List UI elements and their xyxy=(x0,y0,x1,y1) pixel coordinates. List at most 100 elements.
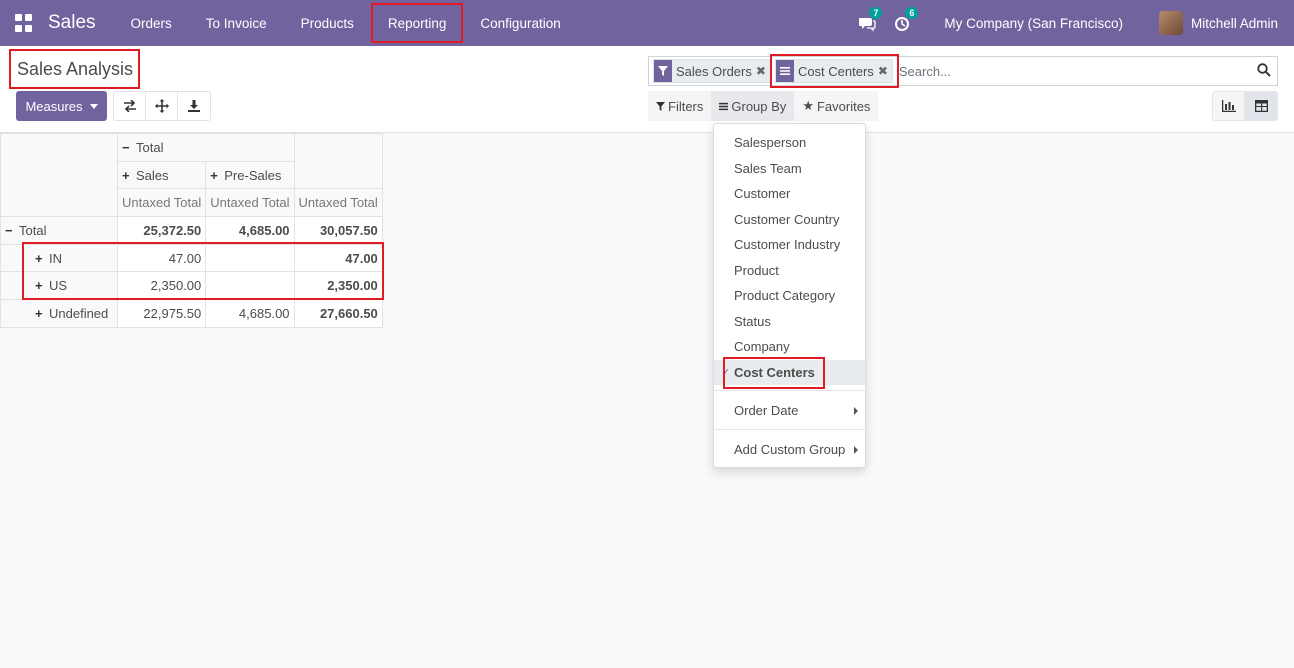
group-by-sales-team[interactable]: Sales Team xyxy=(714,156,865,181)
exchange-icon xyxy=(123,100,136,112)
facet-label: Cost Centers xyxy=(797,63,874,79)
menu-divider xyxy=(714,390,865,391)
user-menu[interactable]: Mitchell Admin xyxy=(1191,16,1278,31)
pivot-cell[interactable]: 2,350.00 xyxy=(293,271,383,301)
bar-chart-icon xyxy=(1221,100,1236,112)
group-by-customer-industry[interactable]: Customer Industry xyxy=(714,232,865,257)
search-icon[interactable] xyxy=(1257,63,1271,80)
bars-icon xyxy=(719,99,729,114)
menu-orders[interactable]: Orders xyxy=(114,0,189,46)
group-by-button[interactable]: Group By xyxy=(711,91,795,121)
control-panel: Sales Analysis Measures Sales Orders ✖ C… xyxy=(0,46,1294,133)
pivot-cell[interactable]: 4,685.00 xyxy=(205,216,295,245)
group-by-order-date[interactable]: Order Date xyxy=(714,398,865,423)
group-by-status[interactable]: Status xyxy=(714,309,865,334)
page-title: Sales Analysis xyxy=(17,58,134,79)
search-options: Filters Group By ★ Favorites xyxy=(648,91,879,121)
filter-icon xyxy=(654,60,672,82)
filters-label: Filters xyxy=(668,98,704,114)
menu-to-invoice[interactable]: To Invoice xyxy=(189,0,284,46)
measure-header[interactable]: Untaxed Total xyxy=(205,188,295,218)
star-icon: ★ xyxy=(802,98,814,113)
facet-cost-centers[interactable]: Cost Centers ✖ xyxy=(774,59,893,83)
group-by-salesperson[interactable]: Salesperson xyxy=(714,130,865,155)
group-by-product-category[interactable]: Product Category xyxy=(714,283,865,308)
apps-menu-icon[interactable] xyxy=(15,14,33,32)
search-bar: Sales Orders ✖ Cost Centers ✖ xyxy=(648,54,1278,88)
col-header-total[interactable]: − Total xyxy=(117,133,295,162)
search-input[interactable] xyxy=(898,63,1239,79)
pivot-cell[interactable]: 27,660.50 xyxy=(293,299,383,328)
arrows-icon xyxy=(154,99,169,113)
user-avatar[interactable] xyxy=(1158,11,1183,35)
measures-button[interactable]: Measures xyxy=(16,91,107,121)
expand-all-button[interactable] xyxy=(146,92,178,120)
facet-label: Sales Orders xyxy=(676,63,752,79)
row-header-total[interactable]: − Total xyxy=(0,216,118,245)
pivot-cell[interactable]: 30,057.50 xyxy=(293,216,383,245)
caret-right-icon xyxy=(854,446,858,454)
col-header-blank xyxy=(293,132,383,190)
pivot-cell[interactable]: 47.00 xyxy=(116,243,207,273)
group-by-customer-country[interactable]: Customer Country xyxy=(714,207,865,232)
measure-header[interactable]: Untaxed Total xyxy=(116,188,207,218)
add-custom-group[interactable]: Add Custom Group xyxy=(714,437,865,462)
company-switcher[interactable]: My Company (San Francisco) xyxy=(944,16,1123,31)
close-icon[interactable]: ✖ xyxy=(878,64,892,78)
flip-axis-button[interactable] xyxy=(114,92,146,120)
menu-divider xyxy=(714,429,865,430)
group-by-label: Group By xyxy=(731,98,787,114)
pivot-view-button[interactable] xyxy=(1245,91,1278,121)
top-navbar: Sales Orders To Invoice Products Reporti… xyxy=(0,0,1294,46)
pivot-toolbar xyxy=(113,91,211,121)
pivot-cell[interactable]: 25,372.50 xyxy=(116,216,207,245)
measure-header[interactable]: Untaxed Total xyxy=(293,188,383,218)
group-by-icon xyxy=(775,60,794,82)
expand-icon: + xyxy=(35,278,43,294)
pivot-table: − Total + Sales + Pre-Sales Untaxed Total U… xyxy=(0,132,383,328)
pivot-corner xyxy=(0,132,118,218)
group-by-cost-centers[interactable]: ✓ Cost Centers xyxy=(714,360,865,385)
messages-badge: 7 xyxy=(869,7,883,19)
filters-button[interactable]: Filters xyxy=(648,91,712,121)
group-by-company[interactable]: Company xyxy=(714,334,865,359)
row-header-us[interactable]: + US xyxy=(0,271,118,301)
favorites-button[interactable]: ★ Favorites xyxy=(794,91,879,121)
row-header-undefined[interactable]: + Undefined xyxy=(0,299,118,328)
table-row: − Total 25,372.50 4,685.00 30,057.50 xyxy=(0,216,383,245)
pivot-cell[interactable]: 22,975.50 xyxy=(116,299,207,328)
favorites-label: Favorites xyxy=(816,98,871,114)
col-header-sales[interactable]: + Sales xyxy=(116,160,207,190)
messages-icon[interactable]: 7 xyxy=(858,7,883,33)
check-icon: ✓ xyxy=(721,367,731,379)
pivot-cell[interactable] xyxy=(205,271,295,301)
pivot-cell[interactable]: 4,685.00 xyxy=(205,299,295,328)
page-title-highlight: Sales Analysis xyxy=(9,49,140,89)
col-header-pre-sales[interactable]: + Pre-Sales xyxy=(205,160,295,190)
menu-products[interactable]: Products xyxy=(284,0,371,46)
menu-configuration[interactable]: Configuration xyxy=(463,0,577,46)
download-button[interactable] xyxy=(178,92,210,120)
view-switcher xyxy=(1212,91,1278,121)
activities-badge: 6 xyxy=(905,7,919,19)
activities-icon[interactable]: 6 xyxy=(894,7,919,33)
close-icon[interactable]: ✖ xyxy=(756,64,770,78)
app-name[interactable]: Sales xyxy=(48,12,96,34)
pivot-cell[interactable]: 2,350.00 xyxy=(116,271,207,301)
table-icon xyxy=(1255,100,1268,112)
pivot-cell[interactable]: 47.00 xyxy=(293,243,383,273)
group-by-customer[interactable]: Customer xyxy=(714,181,865,206)
expand-icon: + xyxy=(35,250,43,266)
caret-down-icon xyxy=(89,103,98,109)
expand-icon: + xyxy=(122,167,130,183)
facet-sales-orders[interactable]: Sales Orders ✖ xyxy=(653,59,771,83)
download-icon xyxy=(188,100,200,112)
pivot-cell[interactable] xyxy=(205,243,295,273)
expand-icon: + xyxy=(210,167,218,183)
row-header-in[interactable]: + IN xyxy=(0,243,118,273)
group-by-dropdown: Salesperson Sales Team Customer Customer… xyxy=(713,123,866,468)
graph-view-button[interactable] xyxy=(1212,91,1245,121)
table-row: + Undefined 22,975.50 4,685.00 27,660.50 xyxy=(0,299,383,328)
group-by-product[interactable]: Product xyxy=(714,258,865,283)
menu-reporting[interactable]: Reporting xyxy=(370,0,464,46)
